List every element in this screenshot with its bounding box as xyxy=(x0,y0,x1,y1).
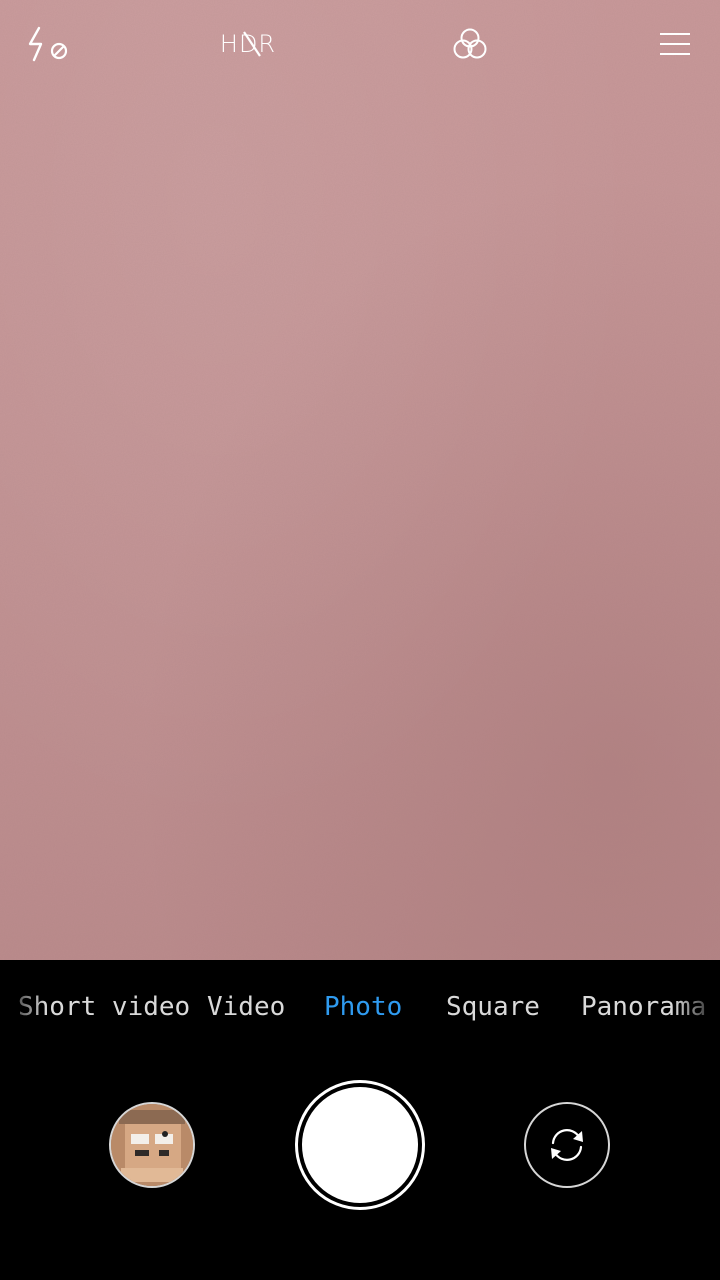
camera-screen: HDR Short video Video Photo Square Panor… xyxy=(0,0,720,1280)
flash-off-icon xyxy=(28,26,68,62)
camera-viewfinder[interactable] xyxy=(0,0,720,960)
hdr-button[interactable]: HDR xyxy=(214,22,282,66)
wall-texture xyxy=(0,0,720,960)
mode-video[interactable]: Video xyxy=(207,992,285,1022)
settings-menu-button[interactable] xyxy=(652,22,698,66)
mode-square[interactable]: Square xyxy=(446,992,540,1022)
switch-camera-icon xyxy=(551,1129,583,1161)
mode-short-video[interactable]: Short video xyxy=(18,992,190,1022)
switch-camera-button[interactable] xyxy=(524,1102,610,1188)
mode-photo[interactable]: Photo xyxy=(324,992,402,1022)
gallery-thumbnail[interactable] xyxy=(109,1102,195,1188)
filters-button[interactable] xyxy=(448,22,492,66)
hdr-off-icon xyxy=(243,31,261,57)
filters-icon xyxy=(453,28,487,59)
camera-control-panel: Short video Video Photo Square Panorama xyxy=(0,960,720,1280)
mode-panorama[interactable]: Panorama xyxy=(581,992,706,1022)
camera-top-bar: HDR xyxy=(0,0,720,90)
shutter-inner xyxy=(302,1087,418,1203)
gallery-preview-image xyxy=(111,1104,193,1186)
shutter-button[interactable] xyxy=(295,1080,425,1210)
menu-icon xyxy=(660,33,690,55)
flash-button[interactable] xyxy=(24,22,72,66)
mode-selector: Short video Video Photo Square Panorama xyxy=(0,982,720,1038)
